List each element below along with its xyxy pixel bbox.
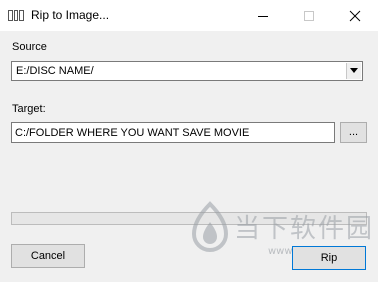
target-path-input[interactable] <box>11 122 335 143</box>
close-icon <box>349 10 361 22</box>
target-label: Target: <box>12 103 46 115</box>
maximize-button <box>286 0 332 31</box>
app-icon <box>8 10 24 21</box>
close-button[interactable] <box>332 0 378 31</box>
title-bar[interactable]: Rip to Image... <box>0 0 378 31</box>
dropdown-button[interactable] <box>346 63 361 79</box>
watermark-logo-icon <box>191 201 229 252</box>
minimize-button[interactable] <box>240 0 286 31</box>
watermark-brand-text: 当下软件园 <box>234 214 375 244</box>
minimize-icon <box>258 16 268 17</box>
rip-button[interactable]: Rip <box>292 246 366 270</box>
maximize-icon <box>304 11 314 21</box>
source-selected-value: E:/DISC NAME/ <box>16 65 94 77</box>
chevron-down-icon <box>350 68 358 73</box>
source-label: Source <box>12 41 47 53</box>
browse-button[interactable]: ... <box>340 122 367 143</box>
window-title: Rip to Image... <box>31 8 110 22</box>
cancel-button[interactable]: Cancel <box>11 244 85 268</box>
source-select[interactable]: E:/DISC NAME/ <box>11 61 363 81</box>
